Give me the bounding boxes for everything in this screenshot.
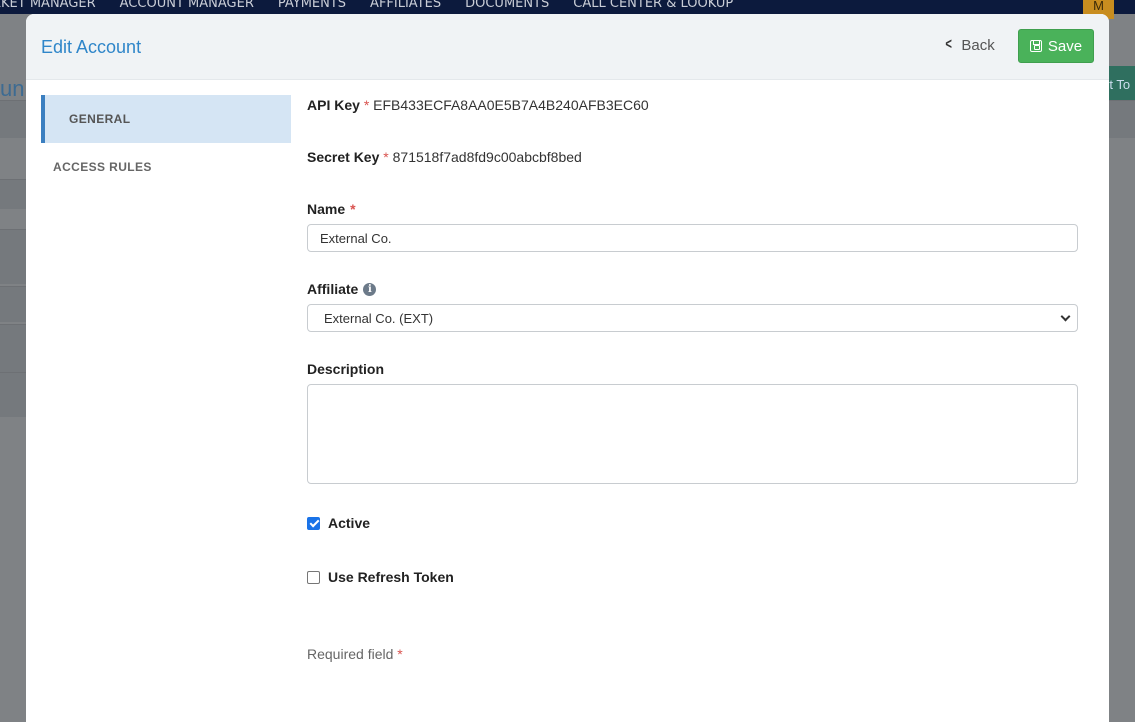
use-refresh-token-label: Use Refresh Token (328, 569, 454, 585)
background-row (1107, 100, 1135, 138)
background-page-title: un (0, 76, 25, 101)
modal-sidebar: GENERAL ACCESS RULES (41, 95, 291, 191)
background-top-nav: RKET MANAGER ACCOUNT MANAGER PAYMENTS AF… (0, 0, 1135, 14)
background-row (0, 179, 28, 209)
secret-key-row: Secret Key * 871518f7ad8fd9c00abcbf8bed (307, 147, 582, 167)
affiliate-selected-value: External Co. (EXT) (324, 310, 434, 326)
required-field-text: Required field (307, 646, 394, 662)
required-marker: * (350, 201, 356, 217)
edit-account-modal: Edit Account < Back Save GENERAL ACCESS … (26, 14, 1109, 722)
floppy-disk-icon (1029, 40, 1042, 52)
active-checkbox-label: Active (328, 515, 371, 531)
description-textarea[interactable] (307, 384, 1078, 484)
sidebar-item-access-rules[interactable]: ACCESS RULES (41, 143, 291, 191)
name-label-text: Name (307, 201, 346, 217)
info-icon[interactable]: i (363, 282, 377, 296)
api-key-value: EFB433ECFA8AA0E5B7A4B240AFB3EC60 (373, 97, 649, 113)
sidebar-item-label: GENERAL (69, 112, 131, 126)
secret-key-value: 871518f7ad8fd9c00abcbf8bed (392, 149, 582, 165)
required-marker: * (363, 97, 370, 113)
chevron-left-icon: < (945, 36, 952, 53)
background-nav-item: CALL CENTER & LOOKUP (573, 0, 734, 11)
active-checkbox[interactable] (307, 516, 320, 530)
background-nav-item: AFFILIATES (370, 0, 442, 11)
sidebar-item-general[interactable]: GENERAL (41, 95, 291, 143)
description-label: Description (307, 361, 384, 377)
affiliate-select[interactable]: External Co. (EXT) (307, 304, 1078, 332)
name-input[interactable]: External Co. (307, 224, 1078, 252)
use-refresh-token-checkbox[interactable] (307, 570, 320, 584)
background-row (0, 372, 28, 417)
back-button-label: Back (961, 36, 995, 54)
required-marker: * (397, 646, 403, 662)
description-label-text: Description (307, 361, 385, 377)
api-key-label: API Key (307, 97, 360, 113)
back-button[interactable]: < Back (944, 36, 995, 54)
background-nav-item: ACCOUNT MANAGER (119, 0, 254, 11)
active-checkbox-row: Active (307, 515, 370, 531)
modal-title: Edit Account (41, 37, 142, 57)
background-nav-items: RKET MANAGER ACCOUNT MANAGER PAYMENTS AF… (0, 0, 733, 11)
background-row (0, 286, 28, 322)
save-button[interactable]: Save (1018, 29, 1094, 63)
api-key-row: API Key * EFB433ECFA8AA0E5B7A4B240AFB3EC… (307, 95, 649, 115)
modal-header: Edit Account < Back Save (26, 14, 1109, 80)
sidebar-item-label: ACCESS RULES (53, 160, 152, 174)
background-nav-item: PAYMENTS (277, 0, 347, 11)
secret-key-label: Secret Key (307, 149, 380, 165)
background-row (0, 324, 28, 372)
background-nav-item: RKET MANAGER (0, 0, 96, 11)
chevron-down-icon (1060, 311, 1071, 321)
affiliate-label-text: Affiliate (307, 281, 359, 297)
background-row (0, 100, 28, 138)
background-row (0, 229, 28, 284)
required-marker: * (383, 149, 389, 165)
affiliate-label: Affiliate i (307, 281, 377, 297)
save-button-label: Save (1047, 37, 1083, 55)
refresh-token-checkbox-row: Use Refresh Token (307, 569, 454, 585)
required-field-note: Required field * (307, 646, 403, 662)
background-nav-item: DOCUMENTS (465, 0, 550, 11)
name-label: Name * (307, 201, 356, 217)
